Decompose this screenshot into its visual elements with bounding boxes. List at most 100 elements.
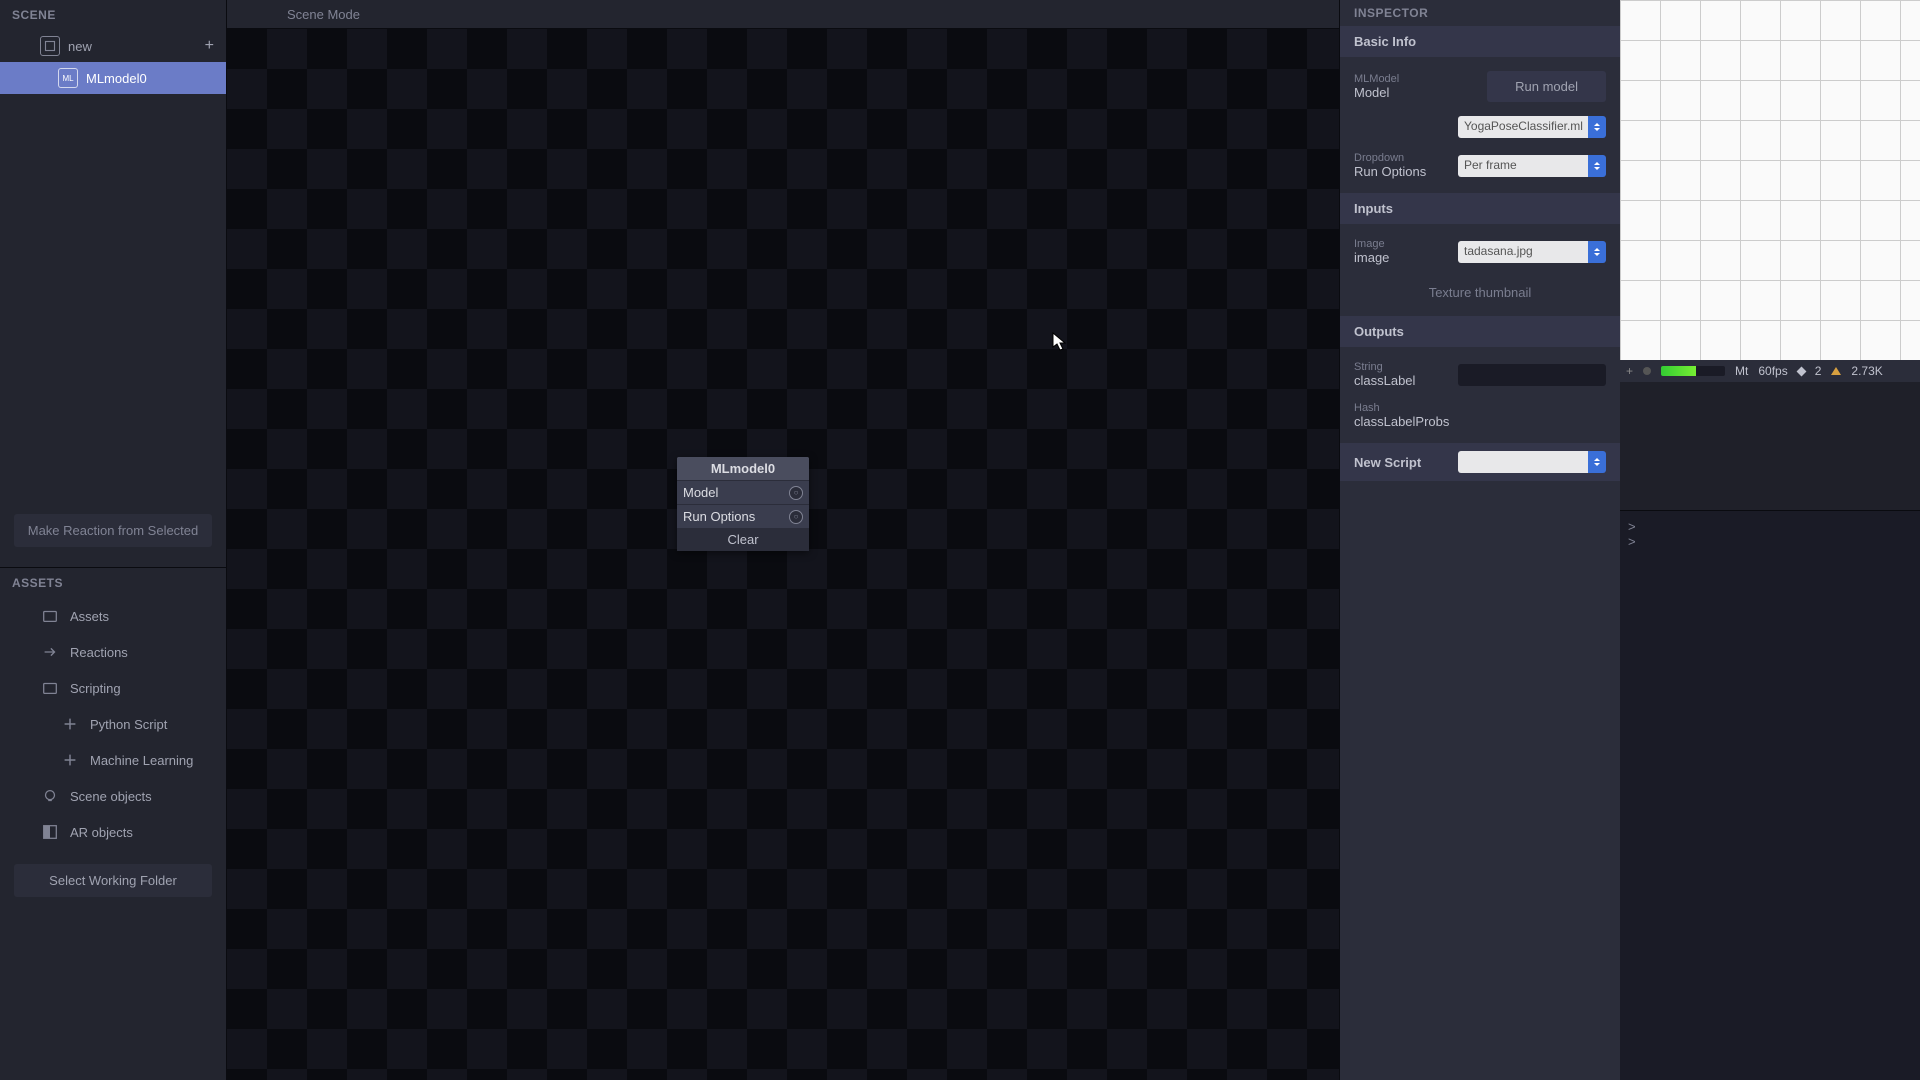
make-reaction-button[interactable]: Make Reaction from Selected [14, 514, 212, 547]
node-row-runoptions-label: Run Options [683, 509, 755, 524]
scene-header: SCENE [0, 0, 226, 30]
runoptions-name-label: Run Options [1354, 164, 1426, 179]
triangle-icon [1831, 367, 1841, 375]
scene-node-mlmodel[interactable]: ML MLmodel0 [0, 62, 226, 94]
node-widget-title: MLmodel0 [677, 457, 809, 480]
plus-icon [60, 750, 80, 770]
preview-dark-area [1620, 382, 1920, 510]
status-plus-icon[interactable]: + [1626, 364, 1633, 378]
scene-section: SCENE new + ML MLmodel0 Make Reaction fr… [0, 0, 226, 567]
classlabel-type: String [1354, 361, 1415, 373]
folder-icon [40, 606, 60, 626]
model-file-dropdown[interactable]: YogaPoseClassifier.ml [1458, 116, 1606, 138]
classprobs-stack: Hash classLabelProbs [1354, 402, 1449, 429]
assets-item-scripting[interactable]: Scripting [0, 670, 226, 706]
scene-root-row[interactable]: new + [0, 30, 226, 62]
image-type-label: Image [1354, 238, 1389, 250]
console-line: > [1628, 534, 1912, 549]
console-line: > [1628, 519, 1912, 534]
new-script-dropdown[interactable] [1458, 451, 1606, 473]
ar-objects-label: AR objects [70, 825, 133, 840]
assets-section: ASSETS Assets Reactions Scripting Python… [0, 567, 226, 1080]
reactions-label: Reactions [70, 645, 128, 660]
inputs-group: Image image tadasana.jpg Texture thumbna… [1340, 224, 1620, 316]
image-value: tadasana.jpg [1458, 241, 1588, 263]
arrow-right-icon [40, 642, 60, 662]
classlabel-name: classLabel [1354, 373, 1415, 388]
classprobs-name: classLabelProbs [1354, 414, 1449, 429]
status-bar: + Mt 60fps 2 2.73K [1620, 360, 1920, 382]
classlabel-stack: String classLabel [1354, 361, 1415, 388]
image-label-stack: Image image [1354, 238, 1389, 265]
runoptions-label-stack: Dropdown Run Options [1354, 152, 1426, 179]
stepper-icon[interactable] [1588, 451, 1606, 473]
scene-mode-button[interactable]: Scene Mode [277, 3, 370, 26]
scene-root-icon [40, 36, 60, 56]
node-widget-row-runoptions[interactable]: Run Options ○ [677, 504, 809, 528]
left-panel: SCENE new + ML MLmodel0 Make Reaction fr… [0, 0, 227, 1080]
node-widget-mlmodel[interactable]: MLmodel0 Model ○ Run Options ○ Clear [677, 457, 809, 551]
texture-thumbnail-label: Texture thumbnail [1354, 279, 1606, 302]
script-folder-icon [40, 678, 60, 698]
node-widget-row-model[interactable]: Model ○ [677, 480, 809, 504]
assets-item-scene-objects[interactable]: Scene objects [0, 778, 226, 814]
assets-item-reactions[interactable]: Reactions [0, 634, 226, 670]
run-options-dropdown[interactable]: Per frame [1458, 155, 1606, 177]
node-row-model-label: Model [683, 485, 718, 500]
runoptions-type-label: Dropdown [1354, 152, 1426, 164]
stepper-icon[interactable] [1588, 155, 1606, 177]
model-group: MLModel Model Run model YogaPoseClassifi… [1340, 57, 1620, 193]
image-input-dropdown[interactable]: tadasana.jpg [1458, 241, 1606, 263]
status-count: 2 [1815, 364, 1822, 378]
select-working-folder-button[interactable]: Select Working Folder [14, 864, 212, 897]
preview-grid[interactable] [1620, 0, 1920, 360]
square-half-icon [40, 822, 60, 842]
node-port-icon[interactable]: ○ [789, 510, 803, 524]
model-name-label: Model [1354, 85, 1399, 100]
runoptions-value: Per frame [1458, 155, 1588, 177]
run-model-button[interactable]: Run model [1487, 71, 1606, 102]
outputs-group: String classLabel Hash classLabelProbs [1340, 347, 1620, 443]
assets-item-python-script[interactable]: Python Script [0, 706, 226, 742]
assets-label: Assets [70, 609, 109, 624]
scene-root-label: new [68, 39, 92, 54]
node-widget-clear-button[interactable]: Clear [677, 528, 809, 551]
viewport[interactable]: MLmodel0 Model ○ Run Options ○ Clear [227, 29, 1339, 1080]
scene-objects-label: Scene objects [70, 789, 152, 804]
model-label-stack: MLModel Model [1354, 73, 1399, 100]
scene-node-label: MLmodel0 [86, 71, 147, 86]
classprobs-type: Hash [1354, 402, 1449, 414]
add-node-button[interactable]: + [205, 37, 214, 55]
scene-mode-bar: Scene Mode [227, 0, 1339, 29]
node-port-icon[interactable]: ○ [789, 486, 803, 500]
status-mt: Mt [1735, 364, 1748, 378]
plus-icon [60, 714, 80, 734]
assets-header: ASSETS [0, 568, 226, 598]
model-type-label: MLModel [1354, 73, 1399, 85]
bulb-icon [40, 786, 60, 806]
right-strip: + Mt 60fps 2 2.73K > > [1620, 0, 1920, 1080]
status-verts: 2.73K [1851, 364, 1882, 378]
new-script-row: New Script [1340, 443, 1620, 481]
python-script-label: Python Script [90, 717, 167, 732]
stepper-icon[interactable] [1588, 241, 1606, 263]
classlabel-output-field [1458, 364, 1606, 386]
basic-info-header: Basic Info [1340, 26, 1620, 57]
model-file-value: YogaPoseClassifier.ml [1458, 116, 1588, 138]
status-dot-icon [1643, 367, 1651, 375]
assets-item-ar-objects[interactable]: AR objects [0, 814, 226, 850]
inputs-header: Inputs [1340, 193, 1620, 224]
status-fps: 60fps [1758, 364, 1787, 378]
scripting-label: Scripting [70, 681, 121, 696]
new-script-value [1458, 451, 1588, 473]
assets-item-assets[interactable]: Assets [0, 598, 226, 634]
perf-meter [1661, 366, 1725, 376]
inspector-title: INSPECTOR [1340, 0, 1620, 26]
center-panel: Scene Mode MLmodel0 Model ○ Run Options … [227, 0, 1340, 1080]
inspector-panel: INSPECTOR Basic Info MLModel Model Run m… [1340, 0, 1620, 1080]
assets-item-machine-learning[interactable]: Machine Learning [0, 742, 226, 778]
image-name-label: image [1354, 250, 1389, 265]
new-script-label: New Script [1354, 455, 1421, 470]
console[interactable]: > > [1620, 510, 1920, 1080]
stepper-icon[interactable] [1588, 116, 1606, 138]
